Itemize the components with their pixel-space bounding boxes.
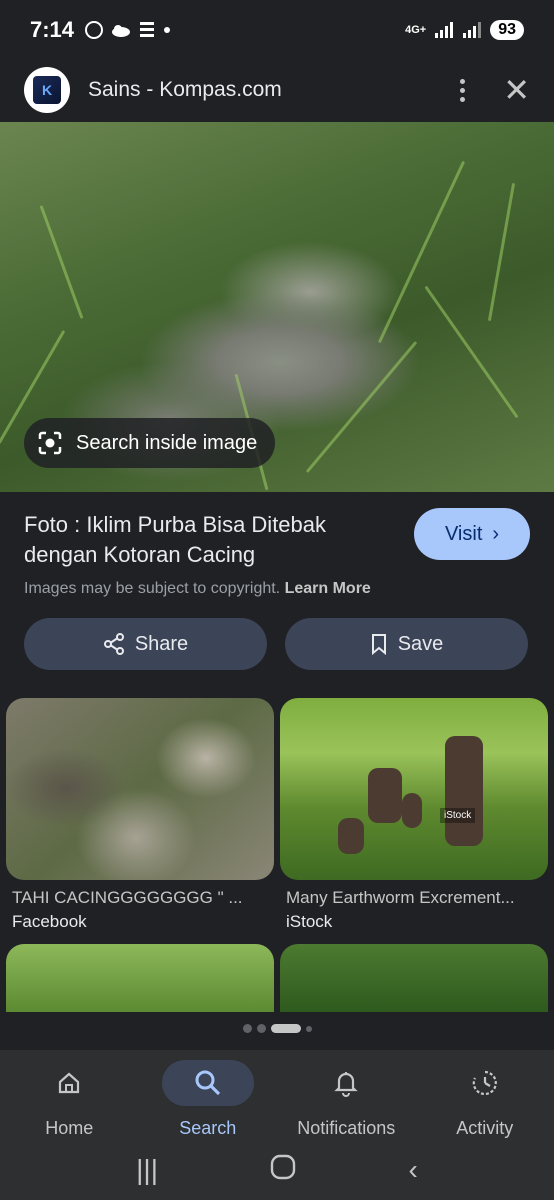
result-card-title: Many Earthworm Excrement...	[286, 888, 515, 907]
signal-icon-2	[463, 22, 482, 38]
nav-home[interactable]: Home	[0, 1050, 139, 1140]
carousel-indicator	[0, 1024, 554, 1033]
preview-image[interactable]: Search inside image	[0, 122, 554, 492]
copyright-notice: Images may be subject to copyright. Lear…	[24, 580, 530, 598]
chevron-right-icon: ›	[492, 522, 500, 545]
status-notification-icons	[84, 20, 172, 40]
status-bar: 7:14 4G+ 93	[0, 0, 554, 60]
more-options-icon[interactable]	[460, 78, 466, 102]
nav-search[interactable]: Search	[139, 1050, 278, 1140]
nav-search-label: Search	[179, 1118, 237, 1138]
result-card[interactable]: TAHI CACINGGGGGGGG " ... Facebook	[6, 698, 274, 932]
nav-home-label: Home	[45, 1118, 94, 1138]
nav-activity-label: Activity	[456, 1118, 514, 1138]
nav-notifications[interactable]: Notifications	[277, 1050, 416, 1140]
result-card[interactable]	[280, 944, 548, 1012]
search-inside-image-button[interactable]: Search inside image	[24, 418, 276, 468]
page-dot-active	[270, 1024, 301, 1033]
result-title: Foto : Iklim Purba Bisa Ditebak dengan K…	[24, 512, 327, 567]
page-dot	[256, 1024, 266, 1033]
header: K Sains - Kompas.com ✕	[0, 58, 554, 122]
recent-apps-icon[interactable]: |||	[136, 1154, 158, 1186]
network-type: 4G+	[405, 24, 427, 36]
result-thumbnail[interactable]	[6, 944, 274, 1012]
page-dot	[305, 1025, 312, 1032]
search-icon	[195, 1070, 220, 1096]
search-inside-image-label: Search inside image	[76, 431, 258, 454]
result-card[interactable]: iStock Many Earthworm Excrement... iStoc…	[280, 698, 548, 932]
dot-icon	[164, 27, 171, 33]
system-navigation-bar: ||| ‹	[0, 1140, 554, 1200]
result-thumbnail[interactable]: iStock	[280, 698, 548, 880]
home-system-icon[interactable]	[270, 1154, 296, 1187]
share-icon	[103, 633, 124, 655]
result-info: Foto : Iklim Purba Bisa Ditebak dengan K…	[0, 492, 554, 612]
home-icon	[59, 1072, 80, 1094]
action-buttons: Share Save	[24, 618, 528, 670]
learn-more-link[interactable]: Learn More	[285, 580, 371, 597]
bottom-navigation: Home Search Notifications Activity	[0, 1050, 554, 1140]
status-right: 4G+ 93	[405, 20, 524, 40]
nav-activity[interactable]: Activity	[416, 1050, 554, 1140]
cloud-icon	[112, 25, 131, 37]
visit-button[interactable]: Visit ›	[414, 508, 530, 560]
bookmark-icon	[371, 634, 386, 655]
share-label: Share	[134, 632, 189, 655]
lens-camera-icon	[38, 431, 62, 455]
visit-label: Visit	[444, 522, 483, 545]
istock-watermark: iStock	[440, 808, 476, 823]
copyright-text: Images may be subject to copyright.	[24, 580, 281, 597]
result-card-title: TAHI CACINGGGGGGGG " ...	[12, 888, 243, 907]
battery-indicator: 93	[490, 20, 524, 40]
header-actions: ✕	[460, 74, 530, 106]
page-dot	[242, 1024, 252, 1033]
kompas-logo-icon: K	[33, 76, 61, 104]
site-title[interactable]: Sains - Kompas.com	[88, 78, 282, 102]
save-label: Save	[397, 632, 444, 655]
result-card-source: Facebook	[12, 912, 87, 931]
activity-history-icon	[472, 1070, 497, 1096]
result-card-source: iStock	[286, 912, 333, 931]
save-button[interactable]: Save	[285, 618, 528, 670]
nav-notifications-label: Notifications	[297, 1118, 396, 1138]
back-icon[interactable]: ‹	[409, 1154, 418, 1186]
result-thumbnail[interactable]	[280, 944, 548, 1012]
whatsapp-icon	[85, 21, 104, 39]
result-thumbnail[interactable]	[6, 698, 274, 880]
share-button[interactable]: Share	[24, 618, 267, 670]
status-time: 7:14	[30, 17, 75, 42]
site-logo[interactable]: K	[24, 67, 70, 113]
result-card[interactable]	[6, 944, 274, 1012]
signal-icon	[435, 22, 454, 38]
b-app-icon	[140, 22, 155, 37]
close-icon[interactable]: ✕	[503, 74, 530, 106]
bell-icon	[334, 1072, 358, 1097]
